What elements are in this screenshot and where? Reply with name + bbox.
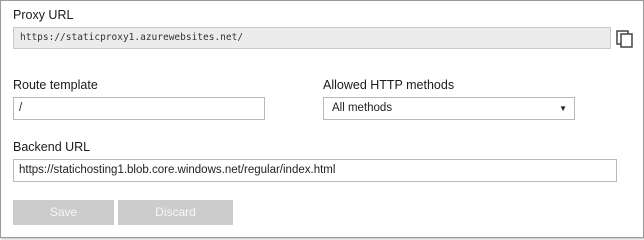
route-template-label: Route template — [13, 78, 98, 92]
allowed-methods-label: Allowed HTTP methods — [323, 78, 455, 92]
route-template-input[interactable]: / — [13, 97, 265, 120]
allowed-methods-value: All methods — [332, 102, 393, 114]
allowed-methods-select[interactable]: All methods ▼ — [323, 97, 575, 120]
proxy-settings-panel: Proxy URL https://staticproxy1.azurewebs… — [0, 0, 644, 238]
copy-icon — [616, 30, 633, 48]
backend-url-label: Backend URL — [13, 140, 91, 154]
copy-button[interactable] — [615, 29, 635, 49]
proxy-url-field[interactable]: https://staticproxy1.azurewebsites.net/ — [13, 27, 611, 49]
save-button[interactable]: Save — [13, 200, 114, 225]
chevron-down-icon: ▼ — [559, 104, 567, 113]
discard-button[interactable]: Discard — [118, 200, 233, 225]
backend-url-input[interactable]: https://statichosting1.blob.core.windows… — [13, 159, 617, 182]
proxy-url-label: Proxy URL — [13, 8, 74, 22]
